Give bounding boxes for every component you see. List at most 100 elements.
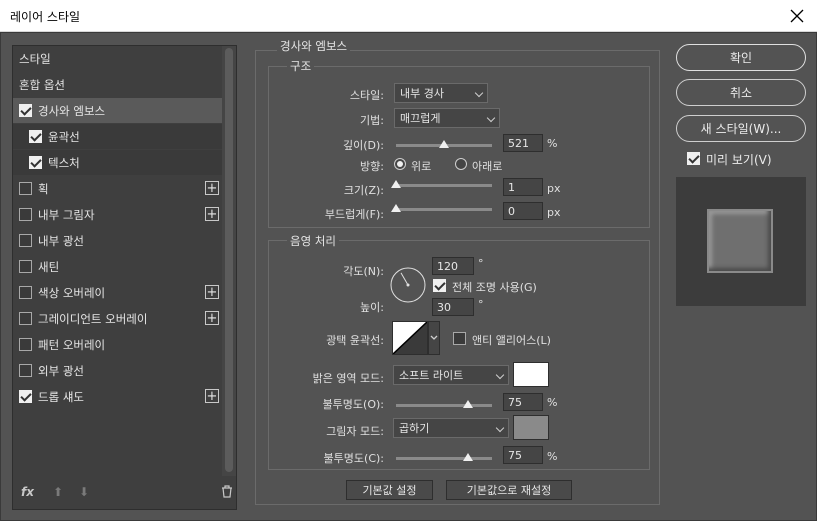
- chevron-down-icon: [474, 88, 484, 98]
- add-effect-icon[interactable]: +: [205, 207, 219, 221]
- shadow-opacity-unit: %: [547, 450, 558, 463]
- new-style-button[interactable]: 새 스타일(W)...: [676, 115, 806, 142]
- reset-default-button[interactable]: 기본값으로 재설정: [446, 480, 572, 500]
- style-label: 스타일:: [349, 89, 384, 102]
- size-slider[interactable]: [391, 180, 492, 188]
- bevel-style-select[interactable]: 내부 경사: [394, 83, 488, 103]
- style-list-item[interactable]: 윤곽선: [13, 124, 223, 149]
- add-effect-icon[interactable]: +: [205, 285, 219, 299]
- style-list-item[interactable]: 혼합 옵션: [13, 72, 223, 97]
- style-list-item[interactable]: 경사와 엠보스: [13, 98, 223, 123]
- size-slider-knob[interactable]: [391, 180, 401, 188]
- gloss-contour-dropdown[interactable]: [428, 321, 440, 355]
- highlight-color-swatch[interactable]: [513, 362, 549, 387]
- bevel-emboss-title: 경사와 엠보스: [277, 38, 351, 54]
- size-label: 크기(Z):: [343, 184, 384, 197]
- style-list-item[interactable]: 획 +: [13, 176, 223, 201]
- depth-input[interactable]: 521: [503, 134, 543, 152]
- technique-select[interactable]: 매끄럽게: [394, 108, 500, 128]
- style-item-label: 패턴 오버레이: [38, 337, 106, 352]
- highlight-mode-value: 소프트 라이트: [399, 369, 464, 382]
- highlight-opacity-slider[interactable]: [396, 400, 492, 408]
- move-up-icon[interactable]: ⬆: [53, 485, 63, 499]
- style-item-checkbox[interactable]: [19, 234, 32, 247]
- move-down-icon[interactable]: ⬇: [79, 485, 89, 499]
- style-list-item[interactable]: 그레이디언트 오버레이 +: [13, 306, 223, 331]
- soften-input[interactable]: 0: [503, 202, 543, 220]
- chevron-down-icon: [486, 113, 496, 123]
- cancel-button[interactable]: 취소: [676, 79, 806, 106]
- style-list-item[interactable]: 드롭 섀도 +: [13, 384, 223, 409]
- shadow-opacity-input[interactable]: 75: [503, 446, 543, 464]
- highlight-mode-select[interactable]: 소프트 라이트: [393, 365, 509, 385]
- angle-dial[interactable]: [389, 266, 427, 304]
- highlight-opacity-input[interactable]: 75: [503, 393, 543, 411]
- depth-slider[interactable]: [396, 140, 492, 148]
- soften-slider[interactable]: [391, 204, 492, 212]
- make-default-button[interactable]: 기본값 설정: [346, 480, 433, 500]
- technique-label: 기법:: [360, 114, 384, 127]
- direction-down-label[interactable]: 아래로: [472, 158, 502, 174]
- add-effect-icon[interactable]: +: [205, 181, 219, 195]
- style-item-checkbox[interactable]: [19, 338, 32, 351]
- chevron-down-icon: [430, 335, 438, 340]
- shading-title: 음영 처리: [287, 233, 339, 249]
- shadow-opacity-knob[interactable]: [463, 453, 473, 461]
- angle-input[interactable]: 120: [432, 257, 474, 275]
- style-item-checkbox[interactable]: [19, 364, 32, 377]
- depth-slider-knob[interactable]: [439, 140, 449, 148]
- style-item-checkbox[interactable]: [19, 182, 32, 195]
- styles-list-footer: fx ⬆ ⬇: [19, 485, 232, 503]
- anti-alias-label[interactable]: 앤티 앨리어스(L): [472, 332, 551, 348]
- shadow-color-swatch[interactable]: [513, 415, 549, 440]
- style-item-checkbox[interactable]: [19, 286, 32, 299]
- style-item-checkbox[interactable]: [19, 312, 32, 325]
- add-effect-icon[interactable]: +: [205, 311, 219, 325]
- shadow-opacity-slider[interactable]: [396, 453, 492, 461]
- style-item-checkbox[interactable]: [19, 104, 32, 117]
- highlight-opacity-knob[interactable]: [463, 400, 473, 408]
- style-item-label: 드롭 섀도: [38, 389, 84, 404]
- altitude-input[interactable]: 30: [432, 298, 474, 316]
- anti-alias-checkbox[interactable]: [453, 332, 466, 345]
- shadow-opacity-label: 불투명도(C):: [323, 452, 384, 465]
- altitude-label: 높이:: [360, 301, 384, 314]
- ok-button[interactable]: 확인: [676, 44, 806, 71]
- global-light-label[interactable]: 전체 조명 사용(G): [452, 279, 537, 295]
- title-bar: 레이어 스타일: [0, 0, 817, 32]
- style-item-checkbox[interactable]: [19, 208, 32, 221]
- styles-list-scrollbar[interactable]: [222, 46, 236, 476]
- style-item-label: 혼합 옵션: [19, 77, 65, 92]
- style-list-item[interactable]: 색상 오버레이 +: [13, 280, 223, 305]
- close-button[interactable]: [777, 0, 817, 31]
- scrollbar-thumb[interactable]: [225, 48, 233, 472]
- size-input[interactable]: 1: [503, 178, 543, 196]
- trash-icon[interactable]: [221, 485, 233, 501]
- style-item-checkbox[interactable]: [19, 390, 32, 403]
- gloss-contour-swatch[interactable]: [392, 321, 428, 355]
- shadow-mode-label: 그림자 모드:: [326, 425, 384, 438]
- close-icon: [790, 9, 804, 22]
- direction-up-label[interactable]: 위로: [411, 158, 431, 174]
- style-list-item[interactable]: 내부 광선: [13, 228, 223, 253]
- style-item-checkbox[interactable]: [29, 156, 42, 169]
- soften-slider-knob[interactable]: [391, 204, 401, 212]
- preview-checkbox[interactable]: [687, 152, 700, 165]
- style-list-item[interactable]: 외부 광선: [13, 358, 223, 383]
- highlight-opacity-unit: %: [547, 396, 558, 409]
- direction-down-radio[interactable]: [455, 158, 467, 170]
- add-effect-icon[interactable]: +: [205, 389, 219, 403]
- shadow-mode-select[interactable]: 곱하기: [393, 418, 509, 438]
- style-list-item[interactable]: 스타일: [13, 46, 223, 71]
- style-list-item[interactable]: 내부 그림자 +: [13, 202, 223, 227]
- style-item-checkbox[interactable]: [19, 260, 32, 273]
- style-item-checkbox[interactable]: [29, 130, 42, 143]
- preview-label[interactable]: 미리 보기(V): [706, 151, 772, 168]
- style-list-item[interactable]: 패턴 오버레이: [13, 332, 223, 357]
- global-light-checkbox[interactable]: [433, 279, 446, 292]
- fx-button[interactable]: fx: [21, 485, 34, 499]
- direction-up-radio[interactable]: [394, 158, 406, 170]
- style-list-item[interactable]: 텍스처: [13, 150, 223, 175]
- style-list-item[interactable]: 새틴: [13, 254, 223, 279]
- depth-unit: %: [547, 137, 558, 150]
